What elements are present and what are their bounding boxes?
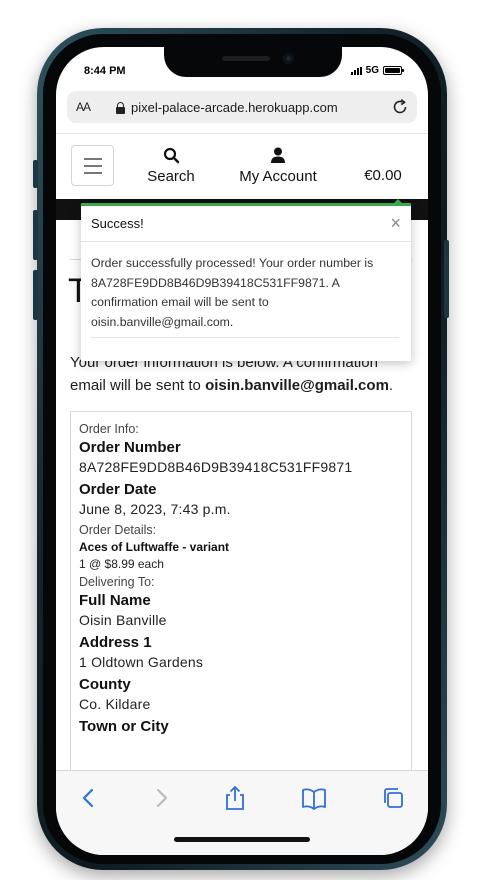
town-label: Town or City bbox=[79, 718, 169, 735]
address1-value: 1 Oldtown Gardens bbox=[79, 654, 204, 670]
nav-my-account[interactable]: My Account bbox=[232, 147, 324, 185]
battery-icon bbox=[383, 66, 404, 75]
order-item-name: Aces of Luftwaffe - variant bbox=[79, 540, 230, 554]
success-toast: Success! × Order successfully processed!… bbox=[81, 199, 411, 361]
back-icon[interactable] bbox=[76, 785, 102, 811]
volume-down-button bbox=[33, 270, 38, 320]
status-indicators: 5G bbox=[350, 65, 404, 76]
menu-icon bbox=[84, 158, 102, 160]
order-item-quantity: 1 @ $8.99 each bbox=[79, 557, 164, 571]
county-label: County bbox=[79, 676, 131, 693]
toast-divider bbox=[91, 337, 399, 338]
status-time: 8:44 PM bbox=[84, 65, 126, 77]
search-icon bbox=[163, 147, 179, 164]
toast-message: Order successfully processed! Your order… bbox=[91, 256, 374, 329]
browser-toolbar bbox=[56, 770, 428, 855]
toast-arrow bbox=[393, 199, 403, 204]
order-number-label: Order Number bbox=[79, 439, 181, 456]
menu-toggle-button[interactable] bbox=[71, 145, 114, 186]
forward-icon[interactable] bbox=[148, 785, 174, 811]
lock-icon bbox=[116, 101, 126, 114]
volume-up-button bbox=[33, 210, 38, 260]
address1-label: Address 1 bbox=[79, 634, 152, 651]
url-text[interactable]: pixel-palace-arcade.herokuapp.com bbox=[131, 100, 338, 115]
nav-search-label: Search bbox=[147, 168, 195, 185]
front-camera bbox=[283, 53, 294, 64]
nav-bag-total[interactable]: €0.00 bbox=[356, 167, 410, 184]
mute-switch bbox=[33, 160, 38, 188]
toast-title: Success! bbox=[91, 216, 144, 231]
address-bar[interactable]: AA pixel-palace-arcade.herokuapp.com bbox=[67, 91, 417, 123]
order-number-value: 8A728FE9DD8B46D9B39418C531FF9871 bbox=[79, 459, 353, 475]
full-name-label: Full Name bbox=[79, 592, 151, 609]
notch bbox=[164, 47, 342, 77]
order-info-box: Order Info: Order Number 8A728FE9DD8B46D… bbox=[70, 411, 412, 791]
intro-suffix: . bbox=[388, 377, 394, 394]
phone-screen: 8:44 PM 5G AA pixel-palace-arcade.heroku… bbox=[56, 47, 428, 855]
full-name-value: Oisin Banville bbox=[79, 612, 167, 628]
order-date-value: June 8, 2023, 7:43 p.m. bbox=[79, 501, 231, 517]
power-button bbox=[444, 240, 449, 318]
order-details-label: Order Details: bbox=[79, 523, 157, 537]
nav-account-label: My Account bbox=[239, 168, 317, 185]
network-label: 5G bbox=[365, 65, 379, 76]
county-value: Co. Kildare bbox=[79, 696, 151, 712]
site-header: Search My Account €0.00 bbox=[56, 133, 428, 199]
order-info-label: Order Info: bbox=[79, 422, 139, 436]
reload-icon[interactable] bbox=[391, 98, 409, 116]
user-icon bbox=[271, 147, 285, 163]
earpiece-speaker bbox=[222, 56, 270, 61]
home-indicator[interactable] bbox=[174, 837, 310, 842]
share-icon[interactable] bbox=[222, 785, 248, 811]
signal-icon bbox=[350, 66, 362, 75]
nav-search[interactable]: Search bbox=[144, 147, 198, 185]
delivering-to-label: Delivering To: bbox=[79, 575, 155, 589]
tabs-icon[interactable] bbox=[380, 785, 406, 811]
close-icon[interactable]: × bbox=[390, 214, 401, 232]
toast-header: Success! bbox=[81, 206, 411, 242]
order-date-label: Order Date bbox=[79, 481, 157, 498]
bookmarks-icon[interactable] bbox=[301, 785, 327, 811]
intro-email: oisin.banville@gmail.com bbox=[205, 377, 389, 394]
text-size-button[interactable]: AA bbox=[76, 100, 91, 114]
